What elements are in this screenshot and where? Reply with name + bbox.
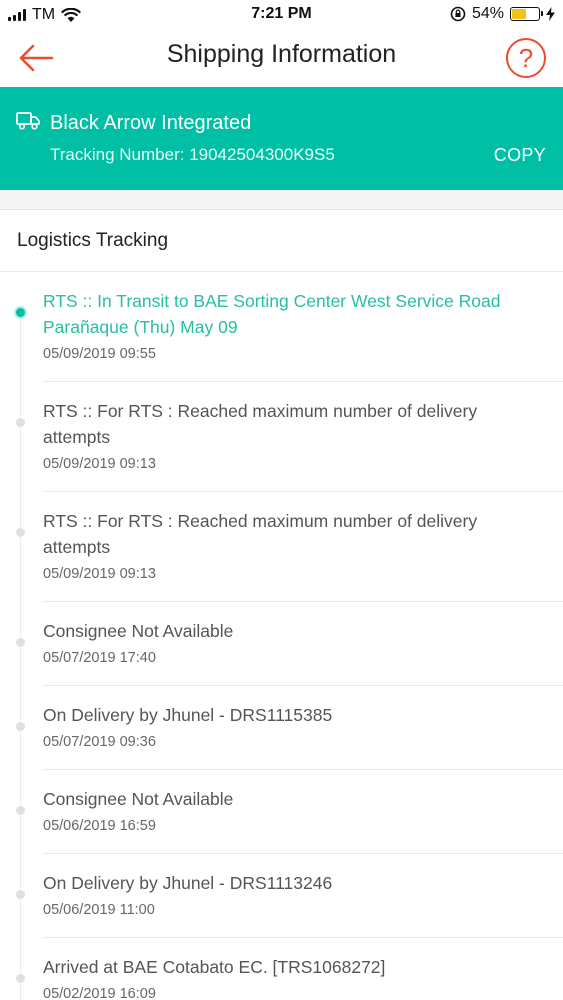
- battery-percent: 54%: [471, 5, 504, 22]
- battery-icon: [510, 7, 543, 21]
- truck-icon: [16, 112, 40, 130]
- event-timestamp: 05/07/2019 09:36: [43, 734, 156, 750]
- carrier-banner: Black Arrow Integrated Tracking Number: …: [0, 87, 563, 190]
- tracking-event: Arrived at BAE Cotabato EC. [TRS1068272]…: [0, 938, 563, 1000]
- help-button[interactable]: ?: [506, 38, 546, 78]
- status-dot-icon: [16, 722, 25, 731]
- event-description: Arrived at BAE Cotabato EC. [TRS1068272]: [43, 957, 386, 977]
- logistics-header: Logistics Tracking: [0, 210, 563, 272]
- status-dot-icon: [16, 974, 25, 983]
- nav-bar: Shipping Information ?: [0, 30, 563, 87]
- battery-level-fill: [512, 9, 527, 19]
- event-timestamp: 05/07/2019 17:40: [43, 650, 156, 666]
- tracking-event: RTS :: For RTS : Reached maximum number …: [0, 382, 563, 492]
- status-dot-icon: [16, 806, 25, 815]
- event-description: Consignee Not Available: [43, 621, 234, 641]
- event-description: RTS :: For RTS : Reached maximum number …: [43, 511, 478, 557]
- tracking-event: RTS :: In Transit to BAE Sorting Center …: [0, 272, 563, 382]
- event-timestamp: 05/09/2019 09:13: [43, 566, 156, 582]
- status-bar-right: 54%: [450, 5, 555, 23]
- orientation-lock-icon: [450, 6, 466, 22]
- charging-bolt-icon: [546, 7, 555, 21]
- event-description: On Delivery by Jhunel - DRS1115385: [43, 705, 333, 725]
- status-dot-icon: [16, 638, 25, 647]
- event-description: RTS :: For RTS : Reached maximum number …: [43, 401, 478, 447]
- event-description: On Delivery by Jhunel - DRS1113246: [43, 873, 333, 893]
- status-bar: TM 7:21 PM 54%: [0, 0, 563, 30]
- copy-tracking-button[interactable]: COPY: [494, 145, 546, 166]
- page-title: Shipping Information: [166, 40, 397, 68]
- tracking-event: RTS :: For RTS : Reached maximum number …: [0, 492, 563, 602]
- status-dot-icon: [16, 528, 25, 537]
- carrier-name: Black Arrow Integrated: [50, 112, 252, 134]
- tracking-event: Consignee Not Available 05/06/2019 16:59: [0, 770, 563, 854]
- event-timestamp: 05/06/2019 16:59: [43, 818, 156, 834]
- event-description: Consignee Not Available: [43, 789, 234, 809]
- section-title: Logistics Tracking: [17, 230, 169, 251]
- status-dot-icon: [16, 418, 25, 427]
- tracking-event: Consignee Not Available 05/07/2019 17:40: [0, 602, 563, 686]
- event-timestamp: 05/06/2019 11:00: [43, 902, 155, 918]
- active-status-dot-icon: [14, 306, 27, 319]
- event-timestamp: 05/09/2019 09:55: [43, 346, 156, 362]
- event-timestamp: 05/02/2019 16:09: [43, 986, 156, 1000]
- tracking-timeline: RTS :: In Transit to BAE Sorting Center …: [0, 272, 563, 1000]
- status-dot-icon: [16, 890, 25, 899]
- event-description: RTS :: In Transit to BAE Sorting Center …: [43, 291, 501, 337]
- tracking-event: On Delivery by Jhunel - DRS1113246 05/06/…: [0, 854, 563, 938]
- tracking-event: On Delivery by Jhunel - DRS1115385 05/07/…: [0, 686, 563, 770]
- tracking-number: Tracking Number: 19042504300K9S5: [50, 145, 335, 164]
- section-separator: [0, 190, 563, 210]
- event-timestamp: 05/09/2019 09:13: [43, 456, 156, 472]
